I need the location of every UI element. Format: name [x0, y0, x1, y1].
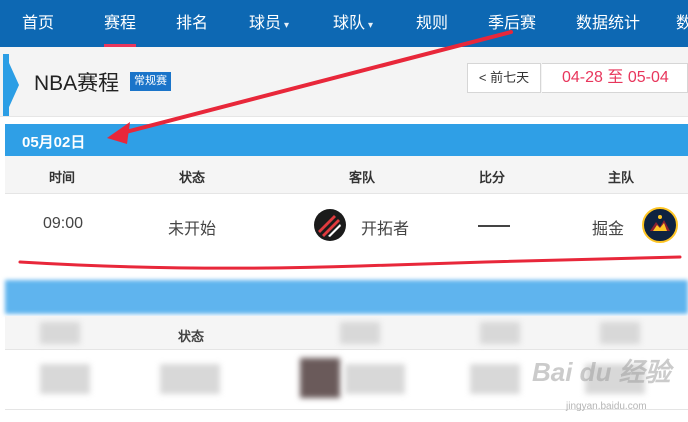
- prev-week-button[interactable]: < 前七天: [467, 63, 541, 93]
- column-header-score: 比分: [479, 170, 506, 185]
- nuggets-logo[interactable]: [642, 207, 678, 243]
- annotation-underline: [18, 255, 682, 270]
- blurred-table-header: 状态: [5, 316, 688, 350]
- baidu-watermark: Bai du 经验: [532, 357, 671, 387]
- schedule-table: 时间 状态 客队 比分 主队 09:00 未开始 开拓者 掘金: [5, 156, 688, 256]
- trail-blazers-logo[interactable]: [314, 209, 346, 241]
- column-header-status: 状态: [179, 170, 206, 185]
- game-status: 未开始: [168, 221, 217, 238]
- nav-item-teams-label: 球队: [333, 15, 366, 32]
- schedule-header: NBA赛程 常规赛 < 前七天 04-28 至 05-04: [0, 47, 688, 117]
- score-placeholder: [478, 225, 510, 227]
- nav-item-teams[interactable]: 球队 ▾: [333, 0, 373, 47]
- away-team-name[interactable]: 开拓者: [361, 215, 409, 239]
- season-type-badge: 常规赛: [130, 72, 171, 91]
- nav-item-home[interactable]: 首页: [22, 0, 54, 47]
- header-accent-arrow: [5, 54, 19, 116]
- nav-item-rules[interactable]: 规则: [416, 0, 448, 47]
- column-header-status: 状态: [178, 329, 205, 344]
- game-time: 09:00: [43, 215, 84, 232]
- column-header-away: 客队: [349, 170, 376, 185]
- nav-item-schedule[interactable]: 赛程: [104, 0, 137, 47]
- table-row[interactable]: 09:00 未开始 开拓者 掘金: [5, 194, 688, 256]
- nav-item-stats[interactable]: 数据统计: [576, 0, 640, 47]
- nav-item-standings[interactable]: 排名: [176, 0, 208, 47]
- top-nav: 首页 赛程 排名 球员 ▾ 球队 ▾ 规则 季后赛 数据统计 数: [0, 0, 688, 47]
- nav-item-players-label: 球员: [249, 15, 282, 32]
- baidu-watermark-url: jingyan.baidu.com: [566, 401, 647, 412]
- column-header-time: 时间: [49, 170, 76, 185]
- date-bar: 05月02日: [5, 124, 688, 156]
- chevron-down-icon: ▾: [284, 20, 290, 31]
- home-team-name[interactable]: 掘金: [592, 215, 624, 239]
- nav-item-players[interactable]: 球员 ▾: [249, 0, 289, 47]
- date-label: 05月02日: [22, 134, 86, 151]
- blurred-date-bar: [5, 280, 688, 314]
- nav-item-more[interactable]: 数: [676, 0, 688, 47]
- column-header-home: 主队: [608, 170, 635, 185]
- page-title: NBA赛程: [34, 72, 120, 95]
- table-header: 时间 状态 客队 比分 主队: [5, 156, 688, 194]
- chevron-down-icon: ▾: [368, 20, 374, 31]
- date-range-display: 04-28 至 05-04: [542, 63, 688, 93]
- nav-item-playoffs[interactable]: 季后赛: [488, 0, 536, 47]
